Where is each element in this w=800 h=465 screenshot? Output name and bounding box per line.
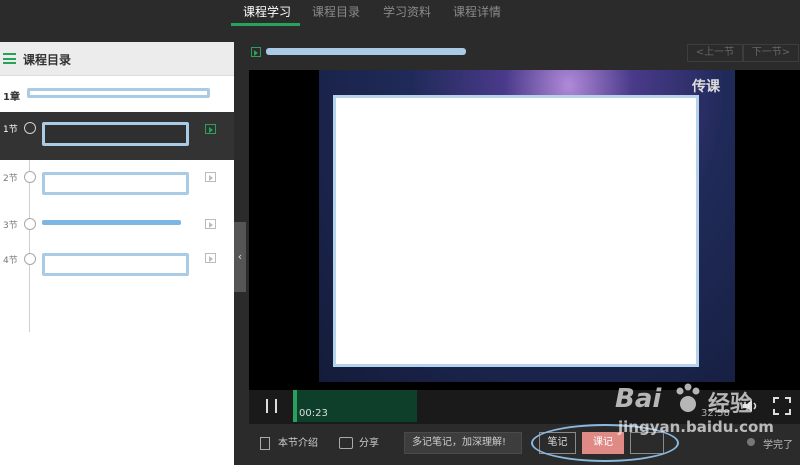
tab-course-details[interactable]: 课程详情 — [453, 3, 501, 20]
redacted-lesson-title — [42, 172, 189, 195]
watermark-url: jingyan.baidu.com — [618, 418, 774, 436]
lesson-intro-button[interactable]: 本节介绍 — [260, 434, 318, 452]
lesson-label: 2节 — [3, 174, 18, 184]
redacted-lesson-title — [42, 220, 181, 225]
lesson-status-dot — [24, 171, 36, 183]
lesson-status-dot — [24, 122, 36, 134]
mark-complete-label[interactable]: 学完了 — [763, 436, 793, 451]
lesson-intro-label: 本节介绍 — [278, 438, 318, 449]
sidebar-header: 课程目录 — [0, 42, 234, 76]
paw-logo-icon — [676, 383, 700, 412]
lesson-label: 4节 — [3, 256, 18, 266]
sidebar-title: 课程目录 — [23, 53, 72, 67]
video-brand-logo: 传课 — [692, 79, 720, 95]
chapter-label: 1章 — [3, 92, 20, 103]
play-icon[interactable] — [205, 219, 216, 229]
chapter-row[interactable]: 1章 — [0, 82, 234, 108]
lesson-item-4[interactable]: 4节 — [0, 246, 234, 290]
share-icon — [339, 437, 353, 449]
progress-handle[interactable] — [293, 390, 297, 422]
player-header: <上一节 下一节> — [246, 42, 800, 64]
baidu-jingyan-watermark: Bai 经验 jingyan.baidu.com — [590, 378, 795, 438]
redacted-chapter-title — [27, 88, 210, 98]
lesson-label: 3节 — [3, 221, 18, 231]
completion-indicator[interactable] — [747, 438, 755, 446]
lesson-item-1[interactable]: 1节 — [0, 112, 234, 160]
lesson-item-2[interactable]: 2节 — [0, 164, 234, 210]
play-icon[interactable] — [205, 124, 216, 134]
lesson-status-dot — [24, 218, 36, 230]
redacted-video-title — [266, 48, 466, 55]
tab-study-materials[interactable]: 学习资料 — [383, 3, 431, 20]
tab-course-catalog[interactable]: 课程目录 — [312, 3, 360, 20]
video-icon — [251, 47, 261, 57]
redacted-video-content — [333, 95, 699, 367]
play-icon[interactable] — [205, 253, 216, 263]
share-label: 分享 — [359, 438, 379, 449]
lesson-item-3[interactable]: 3节 — [0, 212, 234, 238]
tab-course-study[interactable]: 课程学习 — [243, 3, 291, 20]
active-tab-indicator — [231, 23, 300, 26]
sidebar-collapse-button[interactable]: ‹ — [234, 222, 246, 292]
chevron-left-icon: ‹ — [237, 250, 243, 263]
note-input[interactable]: 多记笔记，加深理解! — [404, 432, 522, 454]
share-button[interactable]: 分享 — [339, 434, 379, 449]
redacted-lesson-title — [42, 122, 189, 146]
next-lesson-button[interactable]: 下一节> — [743, 44, 799, 62]
top-navigation: 课程学习 课程目录 学习资料 课程详情 — [0, 0, 800, 26]
list-icon — [3, 53, 16, 64]
lesson-status-dot — [24, 253, 36, 265]
play-icon[interactable] — [205, 172, 216, 182]
pause-icon[interactable] — [266, 399, 277, 413]
document-icon — [260, 436, 270, 450]
previous-lesson-button[interactable]: <上一节 — [687, 44, 743, 62]
lesson-label: 1节 — [3, 125, 18, 135]
redacted-lesson-title — [42, 253, 189, 276]
watermark-brand-suffix: 经验 — [708, 392, 753, 417]
video-player[interactable]: 传课 — [249, 70, 800, 390]
watermark-brand: Bai — [615, 384, 662, 414]
course-catalog-sidebar: 课程目录 1章 1节 2节 3节 4节 — [0, 42, 234, 465]
current-time: 00:23 — [299, 408, 328, 419]
